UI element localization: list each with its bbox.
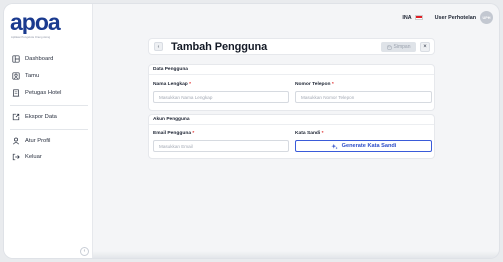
export-icon [11, 113, 20, 122]
chevron-left-icon: ‹ [83, 248, 86, 254]
building-icon [11, 89, 20, 98]
email-field[interactable] [153, 140, 289, 152]
sidebar-item-label: Ekspor Data [25, 114, 57, 120]
section-title: Data Pengguna [149, 65, 434, 75]
sidebar-divider [10, 105, 88, 106]
save-button[interactable]: Simpan [381, 42, 416, 52]
apoa-logo: apoa [10, 12, 62, 34]
nomor-telepon-input[interactable] [295, 91, 432, 103]
sidebar-item-keluar[interactable]: Keluar [11, 151, 42, 163]
sidebar-item-label: Atur Profil [25, 138, 51, 144]
generate-password-button[interactable]: Generate Kata Sandi [295, 140, 432, 152]
user-name: User Perhotelan [434, 14, 476, 21]
close-icon: × [423, 44, 427, 50]
language-code: INA [402, 14, 412, 21]
sparkle-icon [330, 143, 338, 149]
chevron-left-icon: ‹ [157, 43, 160, 50]
sidebar-item-atur-profil[interactable]: Atur Profil [11, 135, 50, 147]
sidebar: apoa Aplikasi Pengelola Orang Asing Dash… [4, 4, 93, 258]
avatar: UPH [480, 11, 493, 24]
page-title: Tambah Pengguna [171, 40, 268, 53]
nomor-telepon-label: Nomor Telepon * [295, 82, 334, 87]
sidebar-item-ekspor-data[interactable]: Ekspor Data [11, 111, 57, 123]
dashboard-icon [11, 55, 20, 64]
sidebar-divider [10, 129, 88, 130]
user-icon [11, 137, 20, 146]
sidebar-item-label: Keluar [25, 154, 42, 160]
nama-lengkap-label: Nama Lengkap * [153, 82, 192, 87]
nama-lengkap-input[interactable] [153, 91, 289, 103]
language-selector[interactable]: INA [402, 14, 423, 21]
app-window: apoa Aplikasi Pengelola Orang Asing Dash… [4, 4, 499, 258]
email-pengguna-label: Email Pengguna * [153, 131, 195, 136]
save-label: Simpan [393, 44, 411, 50]
indonesia-flag-icon [414, 15, 423, 20]
logout-icon [11, 153, 20, 162]
page-header: ‹ Tambah Pengguna Simpan × [148, 38, 435, 55]
sidebar-collapse-button[interactable]: ‹ [80, 247, 89, 256]
logo-tagline: Aplikasi Pengelola Orang Asing [11, 36, 51, 39]
sidebar-item-petugas-hotel[interactable]: Petugas Hotel [11, 87, 61, 99]
generate-label: Generate Kata Sandi [341, 143, 397, 149]
kata-sandi-label: Kata Sandi * [295, 131, 324, 136]
back-button[interactable]: ‹ [154, 42, 163, 51]
close-button[interactable]: × [420, 42, 430, 52]
scroll-shadow [93, 251, 499, 258]
sidebar-item-label: Tamu [25, 73, 40, 79]
save-icon [387, 45, 392, 49]
guest-icon [11, 72, 20, 81]
section-title: Akun Pengguna [149, 115, 434, 125]
section-akun-pengguna: Akun Pengguna Email Pengguna * Kata Sand… [148, 114, 435, 159]
section-data-pengguna: Data Pengguna Nama Lengkap * Nomor Telep… [148, 64, 435, 111]
sidebar-item-tamu[interactable]: Tamu [11, 70, 39, 82]
logo-text: apoa [10, 12, 61, 34]
sidebar-item-label: Petugas Hotel [25, 90, 62, 96]
sidebar-item-label: Dashboard [25, 56, 54, 62]
user-menu[interactable]: User Perhotelan UPH [435, 11, 493, 24]
sidebar-item-dashboard[interactable]: Dashboard [11, 53, 53, 65]
topbar: INA User Perhotelan UPH [93, 4, 499, 31]
